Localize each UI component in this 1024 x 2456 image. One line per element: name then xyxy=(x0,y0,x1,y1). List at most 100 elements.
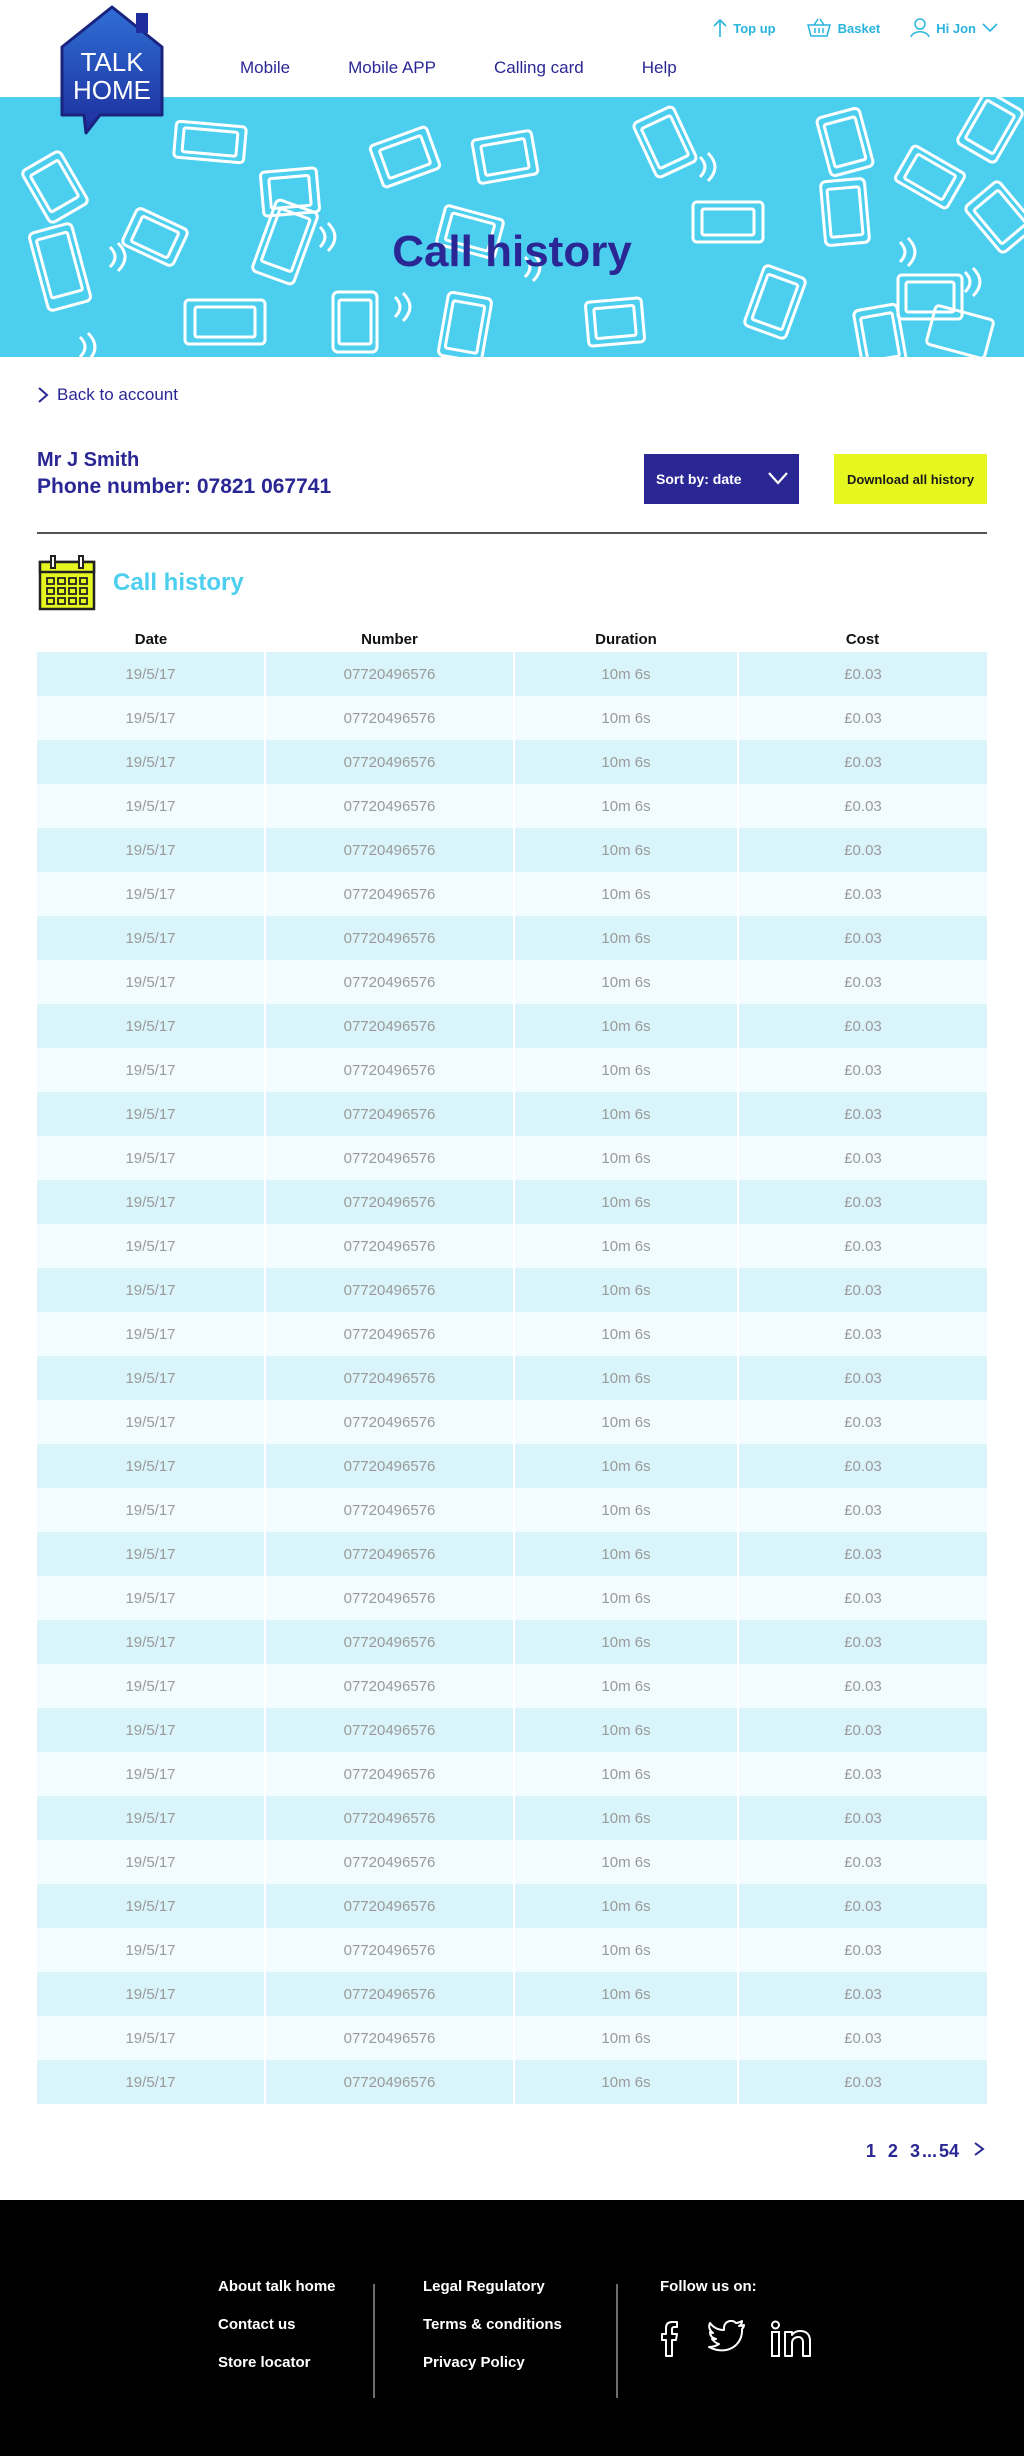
cell-number: 07720496576 xyxy=(265,1180,515,1224)
table-row[interactable]: 19/5/17 07720496576 10m 6s £0.03 xyxy=(37,1664,987,1708)
footer-about-link[interactable]: About talk home xyxy=(218,2278,336,2295)
table-row[interactable]: 19/5/17 07720496576 10m 6s £0.03 xyxy=(37,872,987,916)
footer-legal-link[interactable]: Legal Regulatory xyxy=(423,2278,562,2295)
col-header-number[interactable]: Number xyxy=(265,626,514,652)
cell-date: 19/5/17 xyxy=(37,1356,266,1400)
cell-duration: 10m 6s xyxy=(514,1268,739,1312)
cell-number: 07720496576 xyxy=(265,1708,515,1752)
table-row[interactable]: 19/5/17 07720496576 10m 6s £0.03 xyxy=(37,784,987,828)
table-row[interactable]: 19/5/17 07720496576 10m 6s £0.03 xyxy=(37,916,987,960)
table-row[interactable]: 19/5/17 07720496576 10m 6s £0.03 xyxy=(37,1796,987,1840)
table-row[interactable]: 19/5/17 07720496576 10m 6s £0.03 xyxy=(37,1268,987,1312)
back-link-label: Back to account xyxy=(57,385,178,404)
table-row[interactable]: 19/5/17 07720496576 10m 6s £0.03 xyxy=(37,2060,987,2104)
talk-home-logo[interactable]: TALK HOME xyxy=(56,5,168,135)
table-row[interactable]: 19/5/17 07720496576 10m 6s £0.03 xyxy=(37,1884,987,1928)
cell-duration: 10m 6s xyxy=(514,1048,739,1092)
page-54[interactable]: 54 xyxy=(939,2141,959,2162)
linkedin-icon[interactable] xyxy=(770,2320,812,2358)
divider xyxy=(37,532,987,534)
table-row[interactable]: 19/5/17 07720496576 10m 6s £0.03 xyxy=(37,1180,987,1224)
page-2[interactable]: 2 xyxy=(888,2141,898,2162)
cell-number: 07720496576 xyxy=(265,1664,515,1708)
table-row[interactable]: 19/5/17 07720496576 10m 6s £0.03 xyxy=(37,1004,987,1048)
cell-date: 19/5/17 xyxy=(37,1048,266,1092)
cell-number: 07720496576 xyxy=(265,916,515,960)
logo-text-talk: TALK xyxy=(80,47,144,77)
sort-dropdown[interactable]: Sort by: date xyxy=(644,454,799,504)
table-row[interactable]: 19/5/17 07720496576 10m 6s £0.03 xyxy=(37,652,987,696)
table-row[interactable]: 19/5/17 07720496576 10m 6s £0.03 xyxy=(37,1136,987,1180)
section-title: Call history xyxy=(113,569,244,596)
col-header-duration[interactable]: Duration xyxy=(514,626,738,652)
cell-cost: £0.03 xyxy=(738,1004,987,1048)
utility-nav: Top up Basket Hi Jon xyxy=(683,18,1004,38)
page-1[interactable]: 1 xyxy=(866,2141,876,2162)
arrow-up-icon xyxy=(713,18,727,37)
cell-date: 19/5/17 xyxy=(37,1972,266,2016)
footer-privacy-link[interactable]: Privacy Policy xyxy=(423,2354,562,2371)
table-row[interactable]: 19/5/17 07720496576 10m 6s £0.03 xyxy=(37,740,987,784)
user-menu[interactable]: Hi Jon xyxy=(910,18,1004,38)
site-header: TALK HOME Mobile Mobile APP Calling card… xyxy=(0,0,1024,135)
table-row[interactable]: 19/5/17 07720496576 10m 6s £0.03 xyxy=(37,1488,987,1532)
basket-link[interactable]: Basket xyxy=(806,18,880,38)
table-row[interactable]: 19/5/17 07720496576 10m 6s £0.03 xyxy=(37,1620,987,1664)
twitter-icon[interactable] xyxy=(708,2320,746,2354)
footer-store-locator-link[interactable]: Store locator xyxy=(218,2354,336,2371)
cell-cost: £0.03 xyxy=(738,1884,987,1928)
nav-mobile[interactable]: Mobile xyxy=(240,58,290,78)
cell-date: 19/5/17 xyxy=(37,960,266,1004)
cell-cost: £0.03 xyxy=(738,872,987,916)
cell-duration: 10m 6s xyxy=(514,1532,739,1576)
cell-number: 07720496576 xyxy=(265,1004,515,1048)
table-row[interactable]: 19/5/17 07720496576 10m 6s £0.03 xyxy=(37,1444,987,1488)
table-row[interactable]: 19/5/17 07720496576 10m 6s £0.03 xyxy=(37,1312,987,1356)
cell-cost: £0.03 xyxy=(738,1400,987,1444)
table-row[interactable]: 19/5/17 07720496576 10m 6s £0.03 xyxy=(37,1708,987,1752)
user-greeting: Hi Jon xyxy=(936,20,976,36)
col-header-date[interactable]: Date xyxy=(37,626,265,652)
table-row[interactable]: 19/5/17 07720496576 10m 6s £0.03 xyxy=(37,2016,987,2060)
cell-duration: 10m 6s xyxy=(514,784,739,828)
main-nav: Mobile Mobile APP Calling card Help xyxy=(240,58,735,78)
page-3[interactable]: 3 xyxy=(910,2141,920,2162)
table-row[interactable]: 19/5/17 07720496576 10m 6s £0.03 xyxy=(37,1356,987,1400)
footer-terms-link[interactable]: Terms & conditions xyxy=(423,2316,562,2333)
cell-duration: 10m 6s xyxy=(514,1620,739,1664)
table-row[interactable]: 19/5/17 07720496576 10m 6s £0.03 xyxy=(37,1048,987,1092)
cell-date: 19/5/17 xyxy=(37,1004,266,1048)
cell-cost: £0.03 xyxy=(738,1620,987,1664)
nav-help[interactable]: Help xyxy=(642,58,677,78)
table-row[interactable]: 19/5/17 07720496576 10m 6s £0.03 xyxy=(37,696,987,740)
table-row[interactable]: 19/5/17 07720496576 10m 6s £0.03 xyxy=(37,828,987,872)
table-row[interactable]: 19/5/17 07720496576 10m 6s £0.03 xyxy=(37,1532,987,1576)
download-all-history-button[interactable]: Download all history xyxy=(834,454,987,504)
nav-calling-card[interactable]: Calling card xyxy=(494,58,584,78)
user-icon xyxy=(910,18,930,38)
table-row[interactable]: 19/5/17 07720496576 10m 6s £0.03 xyxy=(37,1752,987,1796)
chevron-right-icon xyxy=(38,387,49,403)
table-row[interactable]: 19/5/17 07720496576 10m 6s £0.03 xyxy=(37,1400,987,1444)
cell-number: 07720496576 xyxy=(265,1532,515,1576)
table-row[interactable]: 19/5/17 07720496576 10m 6s £0.03 xyxy=(37,1092,987,1136)
cell-cost: £0.03 xyxy=(738,1136,987,1180)
table-row[interactable]: 19/5/17 07720496576 10m 6s £0.03 xyxy=(37,1576,987,1620)
cell-duration: 10m 6s xyxy=(514,828,739,872)
col-header-cost[interactable]: Cost xyxy=(738,626,987,652)
cell-duration: 10m 6s xyxy=(514,1004,739,1048)
table-row[interactable]: 19/5/17 07720496576 10m 6s £0.03 xyxy=(37,1224,987,1268)
top-up-link[interactable]: Top up xyxy=(713,18,776,38)
footer-contact-link[interactable]: Contact us xyxy=(218,2316,336,2333)
table-row[interactable]: 19/5/17 07720496576 10m 6s £0.03 xyxy=(37,1972,987,2016)
nav-mobile-app[interactable]: Mobile APP xyxy=(348,58,436,78)
facebook-icon[interactable] xyxy=(660,2320,684,2358)
table-row[interactable]: 19/5/17 07720496576 10m 6s £0.03 xyxy=(37,960,987,1004)
back-to-account-link[interactable]: Back to account xyxy=(37,385,987,405)
table-row[interactable]: 19/5/17 07720496576 10m 6s £0.03 xyxy=(37,1840,987,1884)
footer-divider xyxy=(373,2284,375,2398)
table-row[interactable]: 19/5/17 07720496576 10m 6s £0.03 xyxy=(37,1928,987,1972)
next-page-button[interactable] xyxy=(973,2141,985,2162)
cell-date: 19/5/17 xyxy=(37,1312,266,1356)
table-header-row: Date Number Duration Cost xyxy=(37,626,987,652)
